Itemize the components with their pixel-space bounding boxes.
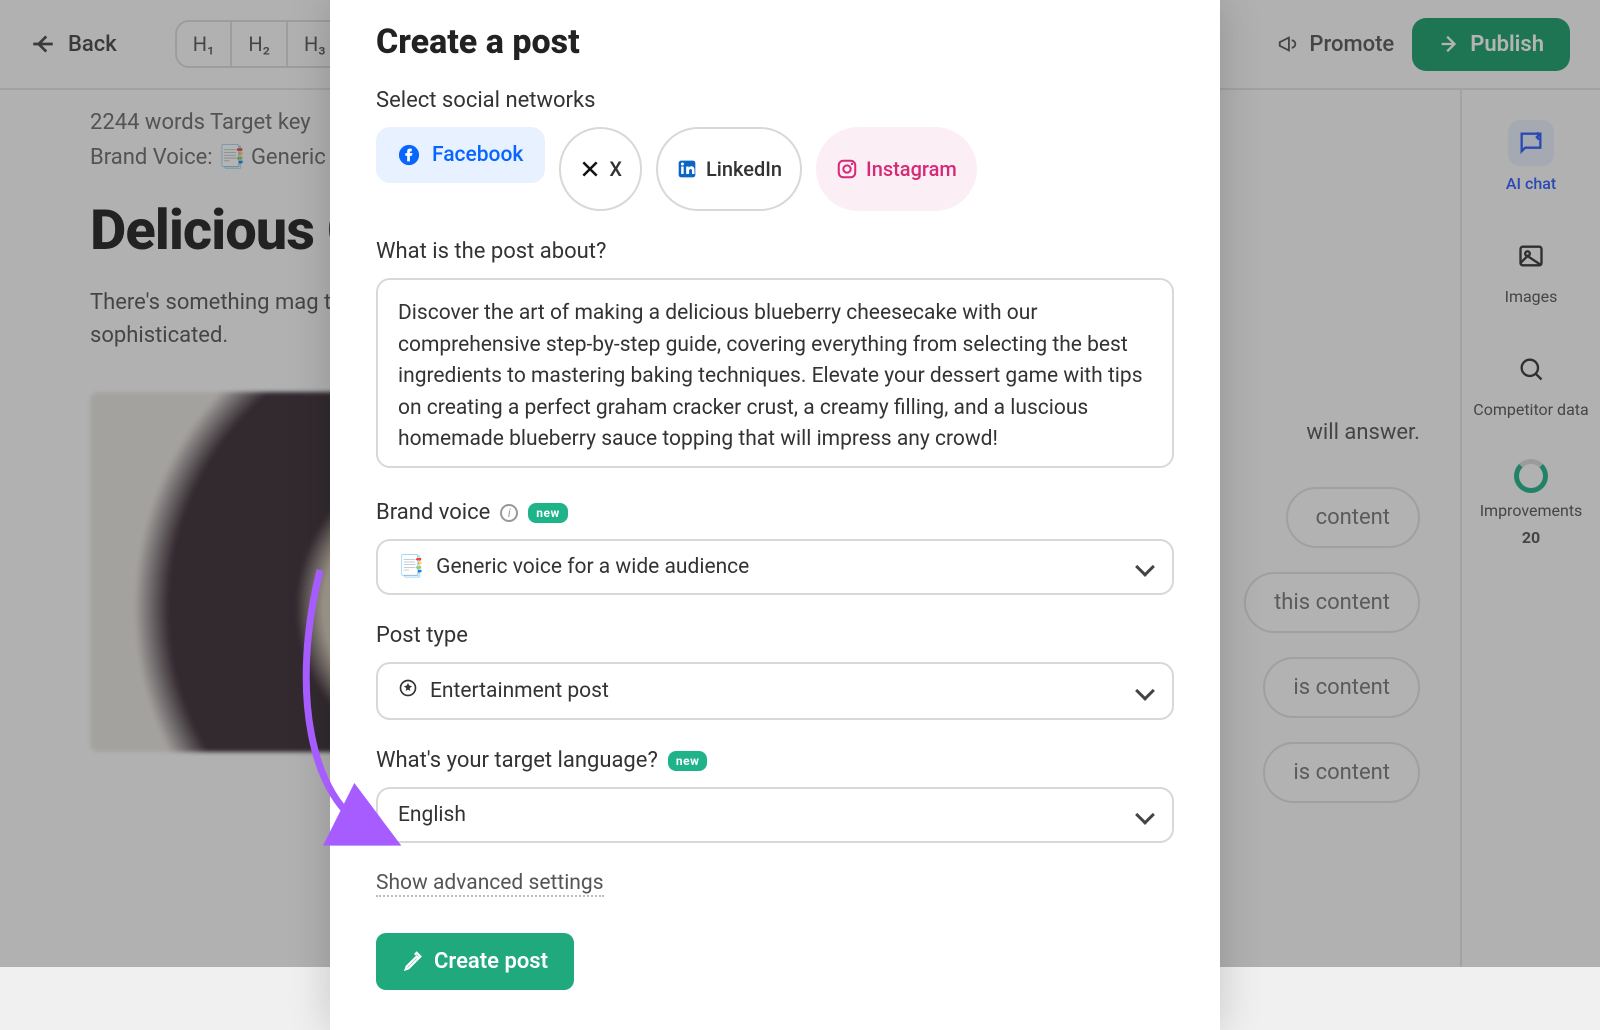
post-about-input[interactable] (376, 278, 1174, 468)
language-value: English (398, 803, 1126, 827)
chip-label: Facebook (432, 143, 523, 167)
post-type-label: Post type (376, 623, 1174, 648)
post-type-value: Entertainment post (430, 679, 1126, 703)
create-post-modal: Create a post Select social networks Fac… (330, 0, 1220, 1030)
chip-label: Instagram (866, 157, 957, 181)
language-label: What's your target language? new (376, 748, 1174, 773)
chip-label: LinkedIn (706, 157, 782, 181)
network-chips: Facebook X LinkedIn Instagram (376, 127, 1174, 211)
chevron-down-icon (1135, 681, 1155, 701)
info-icon[interactable]: i (500, 504, 518, 522)
new-badge: new (528, 503, 568, 523)
chip-label: X (609, 157, 622, 181)
language-label-text: What's your target language? (376, 748, 658, 773)
magic-pencil-icon (402, 951, 424, 973)
brand-voice-label-text: Brand voice (376, 500, 490, 525)
instagram-icon (836, 158, 858, 180)
language-select[interactable]: English (376, 787, 1174, 843)
chip-x[interactable]: X (559, 127, 642, 211)
advanced-settings-toggle[interactable]: Show advanced settings (376, 871, 604, 897)
create-post-button[interactable]: Create post (376, 933, 574, 990)
modal-title: Create a post (376, 22, 1174, 62)
brand-voice-select[interactable]: 📑 Generic voice for a wide audience (376, 539, 1174, 595)
brand-voice-label: Brand voice i new (376, 500, 1174, 525)
post-type-select[interactable]: Entertainment post (376, 662, 1174, 720)
create-post-label: Create post (434, 949, 548, 974)
book-icon: 📑 (398, 555, 424, 579)
chevron-down-icon (1135, 557, 1155, 577)
chip-instagram[interactable]: Instagram (816, 127, 977, 211)
chevron-down-icon (1135, 805, 1155, 825)
select-networks-label: Select social networks (376, 88, 1174, 113)
facebook-icon (398, 144, 420, 166)
linkedin-icon (676, 158, 698, 180)
sparkle-icon (398, 678, 418, 704)
brand-voice-value: Generic voice for a wide audience (436, 555, 1126, 579)
new-badge: new (668, 751, 708, 771)
chip-linkedin[interactable]: LinkedIn (656, 127, 802, 211)
about-label: What is the post about? (376, 239, 1174, 264)
chip-facebook[interactable]: Facebook (376, 127, 545, 183)
x-icon (579, 158, 601, 180)
